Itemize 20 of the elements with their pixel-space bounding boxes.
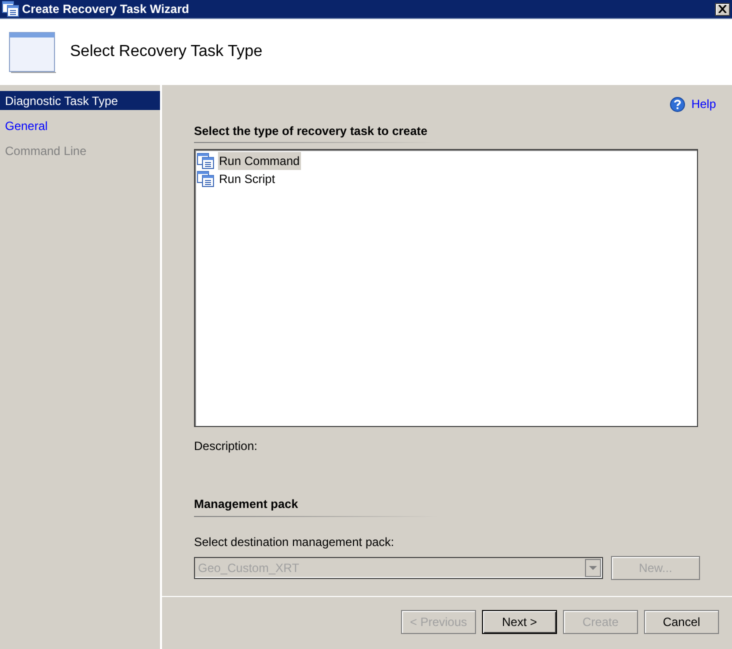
close-icon bbox=[718, 5, 727, 13]
sidebar-item[interactable]: Diagnostic Task Type bbox=[0, 91, 160, 110]
list-item[interactable]: Run Command bbox=[218, 152, 301, 170]
document-icon bbox=[197, 153, 215, 169]
document-icon bbox=[197, 171, 215, 187]
wizard-button[interactable]: Next > bbox=[482, 610, 557, 634]
help-link[interactable]: Help bbox=[670, 95, 716, 113]
window-icon bbox=[2, 1, 20, 17]
description-label: Description: bbox=[194, 438, 258, 455]
window-graphic-icon bbox=[9, 32, 56, 72]
list-item[interactable]: Run Script bbox=[218, 170, 276, 188]
close-button[interactable] bbox=[715, 2, 730, 16]
section-heading: Management pack bbox=[194, 496, 298, 513]
wizard-button[interactable]: Cancel bbox=[644, 610, 719, 634]
sidebar-item[interactable]: General bbox=[0, 116, 160, 135]
help-icon bbox=[670, 96, 686, 112]
field-label: Select destination management pack: bbox=[194, 534, 394, 551]
page-title: Select Recovery Task Type bbox=[70, 42, 262, 62]
section-heading: Select the type of recovery task to create bbox=[194, 123, 428, 140]
window-title: Create Recovery Task Wizard bbox=[22, 1, 190, 18]
